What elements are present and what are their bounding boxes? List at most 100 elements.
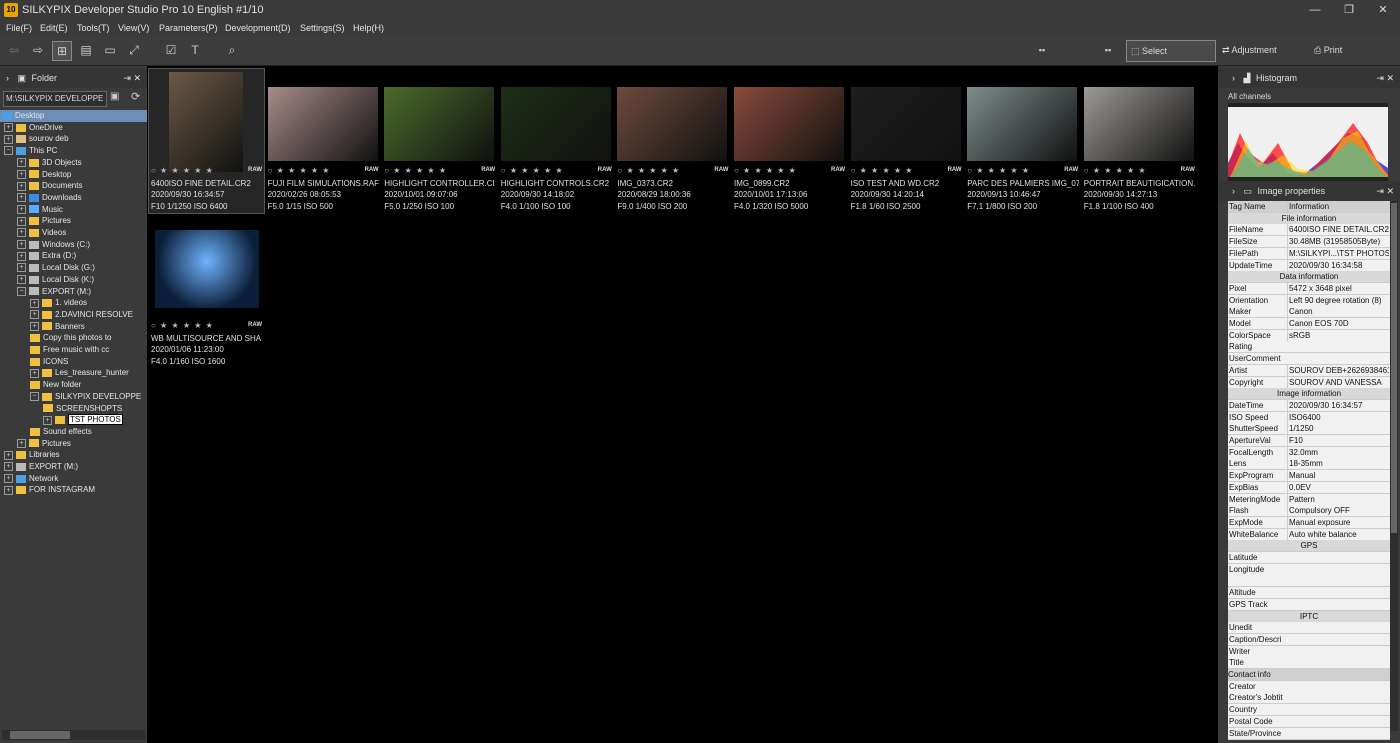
tree-item[interactable]: + Pictures: [17, 215, 71, 227]
check-icon[interactable]: ☑: [162, 41, 180, 59]
expand-icon[interactable]: +: [17, 251, 26, 261]
collapse-icon[interactable]: −: [4, 146, 13, 156]
expand-icon[interactable]: +: [4, 485, 13, 495]
panel-pin-icon[interactable]: ⇥ ✕: [123, 68, 141, 88]
tree-item[interactable]: + Extra (D:): [17, 250, 76, 262]
tree-item[interactable]: + Videos: [17, 227, 66, 239]
expand-icon[interactable]: +: [17, 228, 26, 238]
select-mode-button[interactable]: ⬚ Select: [1126, 40, 1216, 62]
collapse-arrow-icon[interactable]: ›: [1232, 73, 1235, 83]
menu-tools[interactable]: Tools(T): [77, 20, 110, 36]
tree-item[interactable]: Free music with cc: [30, 344, 109, 356]
tree-item[interactable]: + TST PHOTOS: [43, 414, 123, 426]
tree-item[interactable]: + Local Disk (K:): [17, 274, 94, 286]
back-arrow-icon[interactable]: ⇦: [5, 41, 23, 59]
expand-icon[interactable]: +: [17, 240, 26, 250]
expand-icon[interactable]: +: [17, 204, 26, 214]
tree-item[interactable]: − SILKYPIX DEVELOPPE: [30, 391, 141, 403]
tree-item[interactable]: Copy this photos to: [30, 332, 111, 344]
minimize-button[interactable]: —: [1298, 0, 1332, 20]
folder-horizontal-scrollbar[interactable]: [2, 730, 145, 740]
panel-pin-icon[interactable]: ⇥ ✕: [1376, 181, 1394, 201]
maximize-button[interactable]: ❐: [1332, 0, 1366, 20]
tree-item[interactable]: Desktop: [0, 110, 147, 122]
expand-icon[interactable]: +: [17, 158, 26, 168]
print-mode-button[interactable]: ⎙ Print: [1310, 40, 1374, 60]
expand-icon[interactable]: +: [4, 123, 13, 133]
expand-icon[interactable]: +: [17, 169, 26, 179]
tree-item[interactable]: + Music: [17, 204, 63, 216]
collapse-icon[interactable]: −: [17, 286, 26, 296]
expand-icon[interactable]: +: [4, 450, 13, 460]
tree-item[interactable]: + Banners: [30, 321, 85, 333]
histogram-channel-select[interactable]: All channels: [1228, 91, 1398, 102]
split-view-icon[interactable]: ▤: [77, 41, 95, 59]
thumbnail[interactable]: ○ ★ ★ ★ ★ ★ RAW HIGHLIGHT CONTROLLER.CI 202…: [382, 69, 497, 213]
thumbnail[interactable]: ○ ★ ★ ★ ★ ★ RAW PORTRAIT BEAUTIGICATION. 20…: [1082, 69, 1197, 213]
expand-icon[interactable]: +: [30, 321, 39, 331]
thumbnail[interactable]: ○ ★ ★ ★ ★ ★ RAW IMG_0373.CR2 2020/08/29 18:…: [615, 69, 730, 213]
panel-pin-icon[interactable]: ⇥ ✕: [1376, 68, 1394, 88]
menu-help[interactable]: Help(H): [353, 20, 384, 36]
scrollbar-thumb[interactable]: [1391, 203, 1397, 533]
tree-item[interactable]: Sound effects: [30, 426, 92, 438]
tree-item[interactable]: + Les_treasure_hunter: [30, 367, 129, 379]
tree-item[interactable]: + EXPORT (M:): [4, 461, 78, 473]
menu-parameters[interactable]: Parameters(P): [159, 20, 218, 36]
tree-item[interactable]: +3D Objects: [17, 157, 82, 169]
expand-icon[interactable]: +: [30, 368, 39, 378]
folder-up-icon[interactable]: ▣: [110, 91, 119, 102]
tree-item[interactable]: + Libraries: [4, 449, 60, 461]
expand-icon[interactable]: +: [17, 438, 26, 448]
tree-item[interactable]: + sourov deb: [4, 133, 69, 145]
grid-view-icon[interactable]: ⊞: [52, 41, 72, 61]
tree-item[interactable]: + Documents: [17, 180, 82, 192]
menu-settings[interactable]: Settings(S): [300, 20, 345, 36]
collapse-arrow-icon[interactable]: ›: [1232, 186, 1235, 196]
close-button[interactable]: ✕: [1366, 0, 1400, 20]
tree-item[interactable]: +1. videos: [30, 297, 87, 309]
tree-item[interactable]: +2.DAVINCI RESOLVE: [30, 309, 133, 321]
tree-item[interactable]: SCREENSHOPTS: [43, 403, 122, 415]
tree-item[interactable]: ICONS: [30, 356, 68, 368]
thumbnail[interactable]: ○ ★ ★ ★ ★ ★ RAW HIGHLIGHT CONTROLS.CR2 2020…: [499, 69, 614, 213]
expand-icon[interactable]: +: [17, 263, 26, 273]
expand-icon[interactable]: +: [17, 216, 26, 226]
refresh-icon[interactable]: ⟳: [131, 90, 140, 103]
tree-item[interactable]: + OneDrive: [4, 122, 63, 134]
small-thumbs-icon[interactable]: ▪▪: [1033, 41, 1051, 59]
tree-item[interactable]: New folder: [30, 379, 81, 391]
tree-item[interactable]: + Pictures: [17, 438, 71, 450]
thumbnail[interactable]: ○ ★ ★ ★ ★ ★ RAW IMG_0899.CR2 2020/10/01 17:…: [732, 69, 847, 213]
tree-item[interactable]: + Downloads: [17, 192, 82, 204]
folder-path-select[interactable]: M:\SILKYPIX DEVELOPPE ⌄: [3, 91, 107, 107]
expand-icon[interactable]: +: [30, 310, 39, 320]
tree-item[interactable]: + Desktop: [17, 169, 71, 181]
fullscreen-icon[interactable]: ⤢: [125, 41, 143, 59]
tree-item[interactable]: + Windows (C:): [17, 239, 90, 251]
menu-edit[interactable]: Edit(E): [40, 20, 68, 36]
large-thumbs-icon[interactable]: ▪▪: [1099, 41, 1117, 59]
single-view-icon[interactable]: ▭: [101, 41, 119, 59]
zoom-icon[interactable]: ⌕: [223, 41, 241, 59]
thumbnail[interactable]: ○ ★ ★ ★ ★ ★ RAW PARC DES PALMIERS IMG_07 20…: [965, 69, 1080, 213]
thumbnail[interactable]: ○ ★ ★ ★ ★ ★ RAW 6400ISO FINE DETAIL.CR2 202…: [148, 68, 265, 214]
collapse-arrow-icon[interactable]: ›: [6, 73, 9, 83]
expand-icon[interactable]: +: [4, 134, 13, 144]
expand-icon[interactable]: +: [30, 298, 39, 308]
menu-view[interactable]: View(V): [118, 20, 149, 36]
forward-arrow-icon[interactable]: ⇨: [29, 41, 47, 59]
tree-item[interactable]: − EXPORT (M:): [17, 286, 91, 298]
text-tool-icon[interactable]: T: [186, 41, 204, 59]
thumbnail[interactable]: ○ ★ ★ ★ ★ ★ RAW ISO TEST AND WD.CR2 2020/09…: [849, 69, 964, 213]
thumbnail[interactable]: ○ ★ ★ ★ ★ ★ RAW WB MULTISOURCE AND SHA 2020…: [149, 224, 264, 368]
tree-item[interactable]: + Local Disk (G:): [17, 262, 95, 274]
expand-icon[interactable]: +: [4, 462, 13, 472]
menu-development[interactable]: Development(D): [225, 20, 291, 36]
tree-item[interactable]: − This PC: [4, 145, 57, 157]
adjustment-mode-button[interactable]: ⇄ Adjustment: [1218, 40, 1302, 60]
tree-item[interactable]: + Network: [4, 473, 58, 485]
collapse-icon[interactable]: −: [30, 392, 39, 402]
menu-file[interactable]: File(F): [6, 20, 32, 36]
expand-icon[interactable]: +: [4, 474, 13, 484]
